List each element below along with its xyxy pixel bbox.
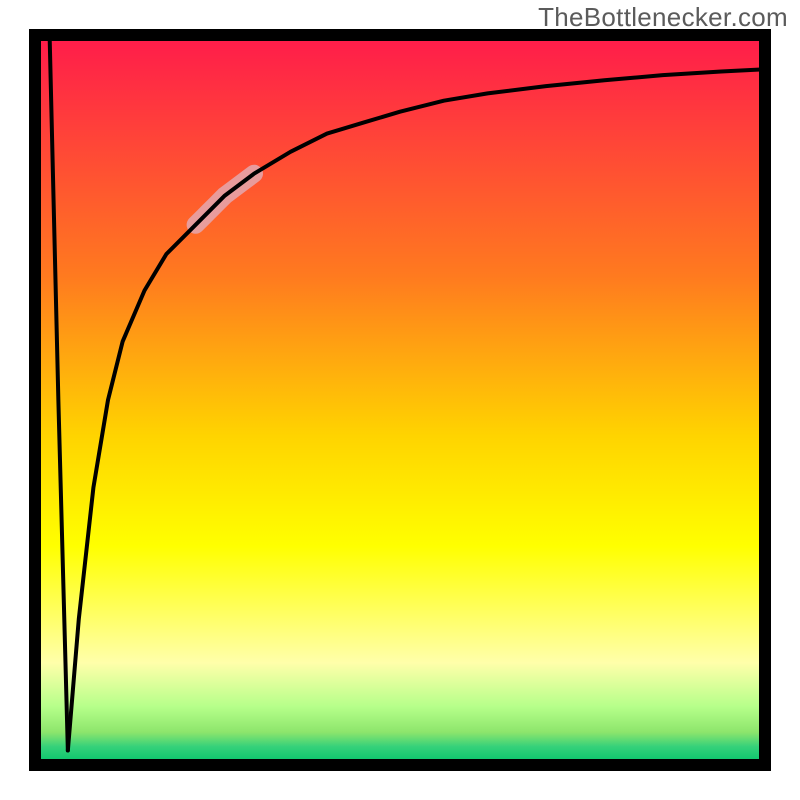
watermark-text: TheBottlenecker.com [538,2,788,33]
plot-background [35,35,765,765]
chart-frame: TheBottlenecker.com [0,0,800,800]
bottleneck-chart [0,0,800,800]
